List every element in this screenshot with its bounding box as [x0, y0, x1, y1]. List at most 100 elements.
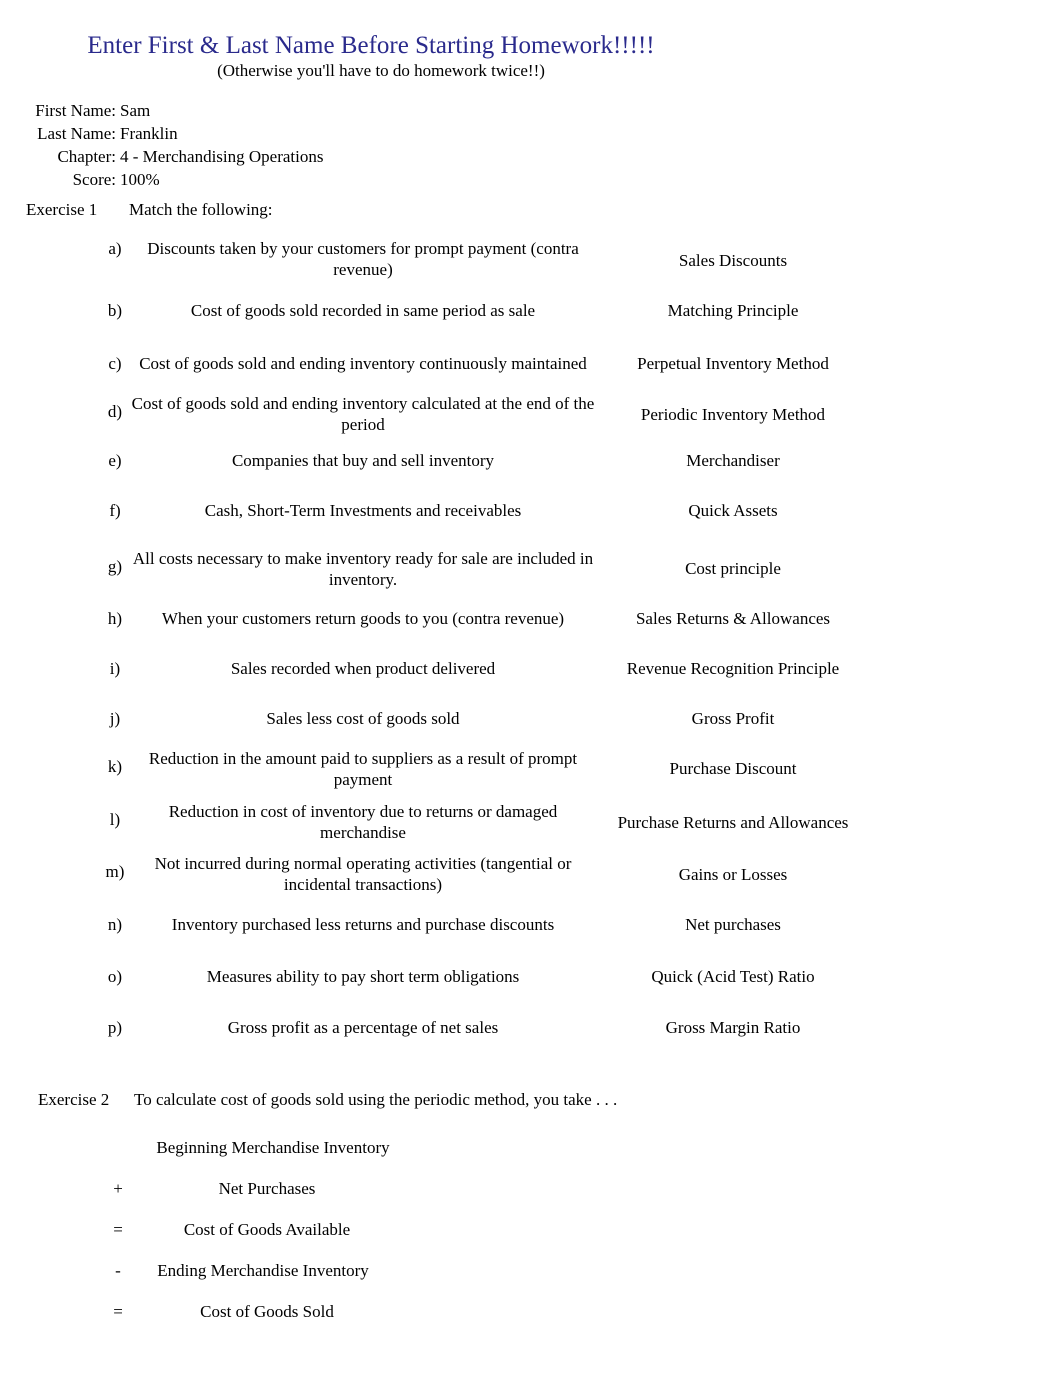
row-term[interactable]: Purchase Discount	[600, 758, 866, 779]
row-term[interactable]: Purchase Returns and Allowances	[578, 812, 888, 833]
row-description: Cash, Short-Term Investments and receiva…	[204, 501, 522, 520]
row-letter: k)	[107, 757, 123, 776]
table-row: g) All costs necessary to make inventory…	[0, 542, 1062, 594]
last-name-label: Last Name:	[37, 124, 116, 143]
first-name-label: First Name:	[35, 101, 116, 120]
table-row: k) Reduction in the amount paid to suppl…	[0, 744, 1062, 796]
row-letter: d)	[107, 402, 123, 421]
chapter-label: Chapter:	[57, 147, 116, 166]
row-description: When your customers return goods to you …	[161, 609, 565, 628]
row-letter: f)	[109, 501, 121, 520]
row-description: Sales recorded when product delivered	[230, 659, 496, 678]
formula-operator: =	[113, 1220, 123, 1239]
row-letter: a)	[108, 239, 122, 258]
matching-list: a) Discounts taken by your customers for…	[0, 238, 1062, 1050]
row-letter: l)	[109, 810, 121, 829]
row-description: Cost of goods sold and ending inventory …	[139, 354, 587, 373]
exercise-1-number: Exercise 1	[26, 200, 98, 219]
formula-row: Beginning Merchandise Inventory	[0, 1137, 700, 1178]
formula-row: - Ending Merchandise Inventory	[0, 1260, 700, 1301]
row-letter: e)	[108, 451, 122, 470]
table-row: f) Cash, Short-Term Investments and rece…	[0, 492, 1062, 542]
formula-row: = Cost of Goods Available	[0, 1219, 700, 1260]
formula-row: = Cost of Goods Sold	[0, 1301, 700, 1342]
table-row: m) Not incurred during normal operating …	[0, 848, 1062, 900]
info-row-first-name: First Name: Sam	[0, 99, 600, 122]
exercise-1-instruction: Match the following:	[129, 200, 273, 219]
table-row: j) Sales less cost of goods sold Gross P…	[0, 694, 1062, 744]
row-description: Sales less cost of goods sold	[266, 709, 460, 728]
table-row: b) Cost of goods sold recorded in same p…	[0, 290, 1062, 340]
table-row: l) Reduction in cost of inventory due to…	[0, 796, 1062, 848]
homework-document: Enter First & Last Name Before Starting …	[0, 0, 1062, 1377]
table-row: d) Cost of goods sold and ending invento…	[0, 390, 1062, 442]
formula-term: Beginning Merchandise Inventory	[156, 1138, 390, 1157]
formula-term: Cost of Goods Sold	[200, 1302, 334, 1321]
row-term[interactable]: Cost principle	[600, 558, 866, 579]
row-description: Reduction in the amount paid to supplier…	[148, 749, 578, 789]
row-description: All costs necessary to make inventory re…	[132, 549, 594, 589]
row-term[interactable]: Perpetual Inventory Method	[600, 353, 866, 374]
row-description: Cost of goods sold and ending inventory …	[131, 394, 595, 434]
row-letter: j)	[109, 709, 121, 728]
row-letter: n)	[107, 915, 123, 934]
exercise-2-header: Exercise 2 To calculate cost of goods sol…	[38, 1089, 617, 1111]
formula-term: Net Purchases	[218, 1179, 316, 1198]
row-term[interactable]: Merchandiser	[600, 450, 866, 471]
row-description: Inventory purchased less returns and pur…	[171, 915, 555, 934]
row-term[interactable]: Net purchases	[600, 914, 866, 935]
first-name-value[interactable]: Sam	[120, 99, 150, 122]
exercise-2-instruction: To calculate cost of goods sold using th…	[134, 1090, 618, 1109]
info-row-chapter: Chapter: 4 - Merchandising Operations	[0, 145, 600, 168]
row-description: Not incurred during normal operating act…	[154, 854, 572, 894]
row-description: Discounts taken by your customers for pr…	[147, 239, 579, 279]
row-term[interactable]: Revenue Recognition Principle	[583, 658, 883, 679]
table-row: e) Companies that buy and sell inventory…	[0, 442, 1062, 492]
row-letter: h)	[107, 609, 123, 628]
row-letter: p)	[107, 1018, 123, 1037]
row-description: Measures ability to pay short term oblig…	[206, 967, 520, 986]
page-title: Enter First & Last Name Before Starting …	[87, 32, 655, 59]
row-letter: o)	[107, 967, 123, 986]
table-row: o) Measures ability to pay short term ob…	[0, 950, 1062, 1000]
exercise-2-number: Exercise 2	[38, 1090, 110, 1109]
row-letter: m)	[105, 862, 125, 881]
info-row-score: Score: 100%	[0, 168, 600, 191]
row-term[interactable]: Gross Profit	[600, 708, 866, 729]
row-letter: i)	[109, 659, 121, 678]
page-subtitle: (Otherwise you'll have to do homework tw…	[217, 61, 545, 80]
formula-operator: =	[113, 1302, 123, 1321]
cogs-formula: Beginning Merchandise Inventory + Net Pu…	[0, 1137, 700, 1342]
info-row-last-name: Last Name: Franklin	[0, 122, 600, 145]
table-row: p) Gross profit as a percentage of net s…	[0, 1000, 1062, 1050]
formula-operator: -	[115, 1261, 121, 1280]
row-term[interactable]: Quick Assets	[600, 500, 866, 521]
row-letter: b)	[107, 301, 123, 320]
score-value: 100%	[120, 170, 160, 189]
formula-term: Cost of Goods Available	[183, 1220, 351, 1239]
last-name-value[interactable]: Franklin	[120, 122, 178, 145]
table-row: c) Cost of goods sold and ending invento…	[0, 340, 1062, 390]
row-description: Companies that buy and sell inventory	[231, 451, 495, 470]
chapter-value[interactable]: 4 - Merchandising Operations	[120, 145, 323, 168]
table-row: n) Inventory purchased less returns and …	[0, 900, 1062, 950]
table-row: i) Sales recorded when product delivered…	[0, 644, 1062, 694]
row-term[interactable]: Matching Principle	[600, 300, 866, 321]
row-term[interactable]: Gross Margin Ratio	[600, 1017, 866, 1038]
row-description: Cost of goods sold recorded in same peri…	[190, 301, 536, 320]
score-label: Score:	[72, 170, 116, 189]
row-term[interactable]: Quick (Acid Test) Ratio	[600, 966, 866, 987]
formula-operator: +	[113, 1179, 123, 1198]
row-term[interactable]: Periodic Inventory Method	[600, 404, 866, 425]
table-row: h) When your customers return goods to y…	[0, 594, 1062, 644]
formula-row: + Net Purchases	[0, 1178, 700, 1219]
formula-term: Ending Merchandise Inventory	[157, 1261, 369, 1280]
row-term[interactable]: Gains or Losses	[600, 864, 866, 885]
row-description: Reduction in cost of inventory due to re…	[168, 802, 558, 842]
table-row: a) Discounts taken by your customers for…	[0, 238, 1062, 290]
row-term[interactable]: Sales Discounts	[600, 250, 866, 271]
student-info-block: First Name: Sam Last Name: Franklin Chapte…	[0, 99, 600, 191]
exercise-1-header: Exercise 1 Match the following:	[26, 199, 273, 221]
row-description: Gross profit as a percentage of net sale…	[227, 1018, 499, 1037]
row-term[interactable]: Sales Returns & Allowances	[600, 608, 866, 629]
